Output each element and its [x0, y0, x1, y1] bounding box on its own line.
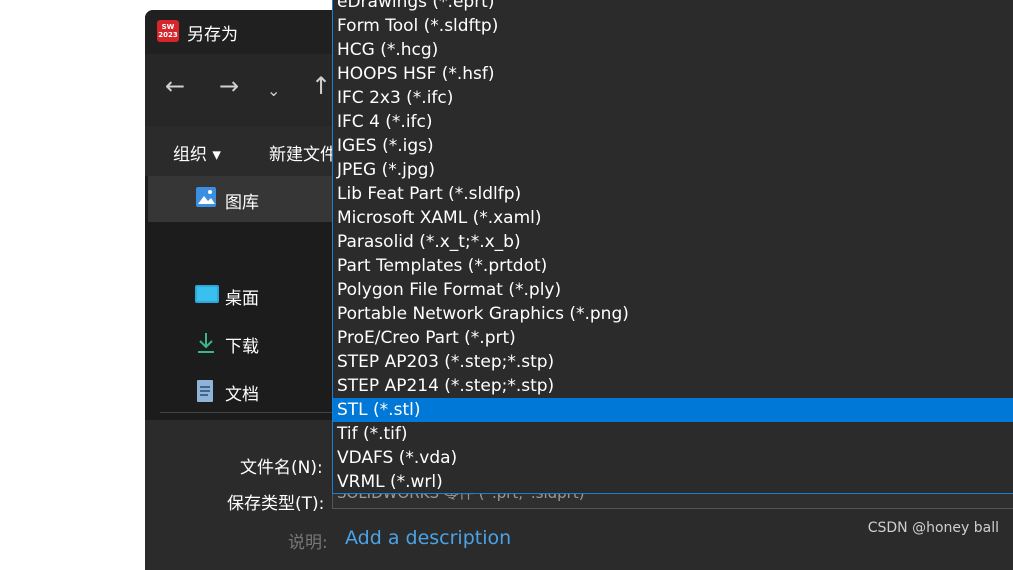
document-icon: [197, 380, 213, 402]
dropdown-option[interactable]: JPEG (*.jpg): [333, 158, 1013, 182]
up-arrow-icon[interactable]: ↑: [311, 74, 331, 98]
dropdown-option[interactable]: Part Templates (*.prtdot): [333, 254, 1013, 278]
dropdown-option[interactable]: HOOPS HSF (*.hsf): [333, 62, 1013, 86]
dropdown-option[interactable]: Lib Feat Part (*.sldlfp): [333, 182, 1013, 206]
dropdown-option[interactable]: eDrawings (*.eprt): [333, 0, 1013, 14]
dropdown-option[interactable]: STEP AP214 (*.step;*.stp): [333, 374, 1013, 398]
dropdown-option[interactable]: VDAFS (*.vda): [333, 446, 1013, 470]
chevron-down-icon[interactable]: ⌄: [267, 79, 280, 103]
dropdown-option[interactable]: VRML (*.wrl): [333, 470, 1013, 493]
dropdown-option[interactable]: ProE/Creo Part (*.prt): [333, 326, 1013, 350]
dropdown-option[interactable]: Portable Network Graphics (*.png): [333, 302, 1013, 326]
dropdown-option[interactable]: Form Tool (*.sldftp): [333, 14, 1013, 38]
back-arrow-icon[interactable]: ←: [165, 74, 185, 98]
file-type-label: 保存类型(T):: [227, 494, 325, 514]
add-description-link[interactable]: Add a description: [345, 527, 511, 549]
filename-label: 文件名(N):: [240, 458, 323, 478]
sidebar-item-label: 桌面: [225, 289, 259, 309]
dropdown-option[interactable]: IGES (*.igs): [333, 134, 1013, 158]
dropdown-option[interactable]: Polygon File Format (*.ply): [333, 278, 1013, 302]
desktop-icon: [195, 285, 219, 303]
csdn-watermark: CSDN @honey ball: [867, 520, 999, 536]
dropdown-option[interactable]: IFC 2x3 (*.ifc): [333, 86, 1013, 110]
sidebar-item-label: 图库: [225, 193, 259, 213]
dropdown-option[interactable]: Microsoft XAML (*.xaml): [333, 206, 1013, 230]
file-type-dropdown-list[interactable]: eDrawings (*.eprt) Form Tool (*.sldftp) …: [332, 0, 1013, 494]
organize-menu-button[interactable]: 组织 ▾: [173, 140, 221, 165]
gallery-icon: [196, 187, 216, 207]
new-folder-button[interactable]: 新建文件: [269, 140, 337, 165]
dropdown-option-selected[interactable]: STL (*.stl): [333, 398, 1013, 422]
sidebar-divider: [160, 412, 350, 413]
dropdown-option[interactable]: Tif (*.tif): [333, 422, 1013, 446]
dropdown-option[interactable]: HCG (*.hcg): [333, 38, 1013, 62]
dropdown-option[interactable]: Parasolid (*.x_t;*.x_b): [333, 230, 1013, 254]
sidebar-item-gallery[interactable]: 图库: [148, 176, 345, 222]
forward-arrow-icon[interactable]: →: [219, 74, 239, 98]
download-icon: [198, 333, 214, 353]
dropdown-option[interactable]: IFC 4 (*.ifc): [333, 110, 1013, 134]
dropdown-option[interactable]: STEP AP203 (*.step;*.stp): [333, 350, 1013, 374]
solidworks-logo-icon: SW 2023: [157, 20, 179, 42]
sidebar-item-label: 文档: [225, 385, 259, 405]
sidebar-item-label: 下载: [225, 337, 259, 357]
window-title: 另存为: [187, 25, 238, 45]
description-label: 说明:: [288, 533, 328, 553]
